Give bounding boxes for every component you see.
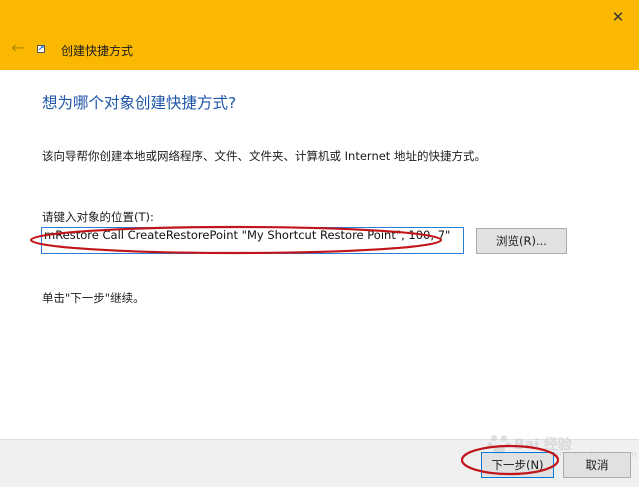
next-button[interactable]: 下一步(N)	[481, 452, 554, 478]
close-button[interactable]: ✕	[605, 4, 631, 30]
page-heading: 想为哪个对象创建快捷方式?	[42, 94, 237, 112]
location-input[interactable]: mRestore Call CreateRestorePoint "My Sho…	[41, 227, 464, 254]
browse-button[interactable]: 浏览(R)...	[476, 228, 567, 254]
title-bar: ✕ ← 创建快捷方式	[0, 0, 639, 70]
back-arrow-icon[interactable]: ←	[8, 38, 28, 58]
wizard-description: 该向导帮你创建本地或网络程序、文件、文件夹、计算机或 Internet 地址的快…	[42, 149, 486, 163]
location-label: 请键入对象的位置(T):	[42, 210, 154, 224]
window-title: 创建快捷方式	[61, 44, 134, 58]
continue-hint: 单击"下一步"继续。	[42, 291, 145, 305]
location-input-value: mRestore Call CreateRestorePoint "My Sho…	[44, 228, 451, 242]
cancel-button[interactable]: 取消	[563, 452, 631, 478]
shortcut-wizard-icon	[37, 45, 45, 53]
create-shortcut-window: ✕ ← 创建快捷方式 想为哪个对象创建快捷方式? 该向导帮你创建本地或网络程序、…	[0, 0, 639, 487]
